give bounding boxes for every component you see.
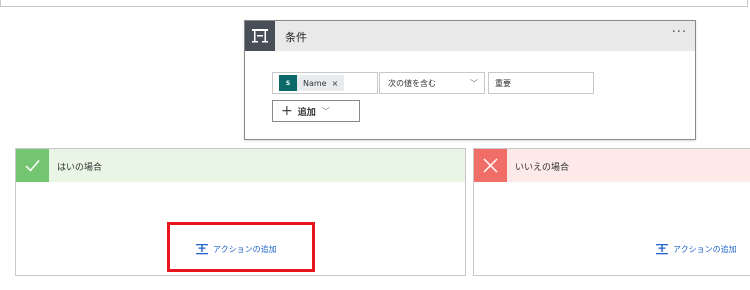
plus-icon: +: [281, 103, 293, 119]
operator-dropdown[interactable]: 次の値を含む ﹀: [379, 72, 485, 94]
more-options-icon[interactable]: ···: [672, 25, 687, 40]
close-icon: [474, 149, 507, 182]
right-operand-field[interactable]: 重要: [488, 72, 594, 94]
add-action-icon: [196, 244, 208, 255]
operator-label: 次の値を含む: [388, 79, 436, 88]
no-branch-title: いいえの場合: [515, 163, 570, 173]
sharepoint-icon: S: [279, 75, 297, 91]
no-branch-card: いいえの場合 アクションの追加: [473, 148, 750, 276]
check-icon: [16, 149, 49, 182]
previous-card-edge: [0, 0, 748, 7]
add-action-link[interactable]: アクションの追加: [655, 243, 737, 255]
add-action-label: アクションの追加: [673, 244, 737, 254]
add-action-link[interactable]: アクションの追加: [195, 243, 277, 255]
condition-title: 条件: [285, 31, 307, 44]
add-label: 追加: [297, 107, 316, 118]
left-operand-field[interactable]: S Name ×: [272, 72, 378, 94]
chevron-down-icon: ﹀: [470, 79, 478, 88]
yes-branch-header[interactable]: はいの場合: [16, 149, 465, 182]
yes-branch-title: はいの場合: [57, 163, 103, 173]
condition-card: 条件 ··· S Name × 次の値を含む ﹀ 重要 + 追加 ﹀: [244, 20, 696, 140]
dynamic-content-token[interactable]: S Name ×: [279, 75, 345, 91]
no-branch-header[interactable]: いいえの場合: [474, 149, 750, 182]
yes-branch-card: はいの場合 アクションの追加: [15, 148, 466, 276]
add-action-icon: [656, 244, 668, 255]
token-remove-icon[interactable]: ×: [332, 79, 339, 88]
add-button[interactable]: + 追加 ﹀: [272, 100, 360, 122]
condition-icon: [245, 21, 275, 51]
token-label: Name: [303, 78, 327, 88]
condition-header[interactable]: 条件 ···: [245, 21, 695, 51]
chevron-down-icon: ﹀: [321, 106, 330, 116]
add-action-label: アクションの追加: [213, 244, 277, 254]
right-operand-value: 重要: [495, 79, 511, 88]
